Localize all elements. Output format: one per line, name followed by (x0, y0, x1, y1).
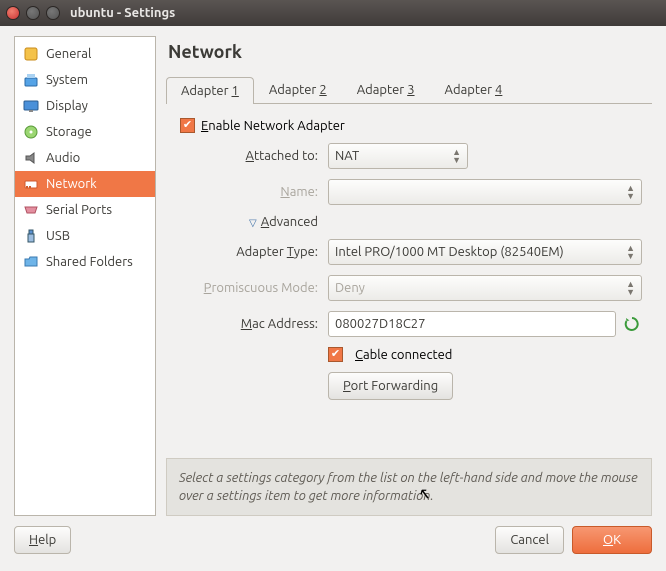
sidebar-item-label: System (46, 73, 88, 87)
serial-port-icon (23, 202, 39, 218)
promiscuous-mode-label: Promiscuous Mode: (180, 281, 328, 295)
tab-adapter-1[interactable]: Adapter 1 (166, 77, 254, 104)
tab-adapter-4[interactable]: Adapter 4 (430, 76, 518, 103)
sidebar-item-label: General (46, 47, 91, 61)
sidebar-item-shared-folders[interactable]: Shared Folders (15, 249, 155, 275)
ok-button[interactable]: OK (572, 526, 652, 554)
usb-icon (23, 228, 39, 244)
window-maximize-button[interactable] (46, 6, 60, 20)
sidebar-item-label: Display (46, 99, 88, 113)
tab-adapter-3[interactable]: Adapter 3 (342, 76, 430, 103)
mac-address-input[interactable] (328, 311, 616, 337)
display-icon (23, 98, 39, 114)
adapter-type-select[interactable]: Intel PRO/1000 MT Desktop (82540EM)▲▼ (328, 239, 642, 265)
info-hint: Select a settings category from the list… (166, 458, 652, 516)
settings-sidebar: General System Display Storage Audio Net… (14, 36, 156, 516)
main-panel: Network Adapter 1 Adapter 2 Adapter 3 Ad… (166, 36, 652, 516)
name-select: ▲▼ (328, 179, 642, 205)
sidebar-item-label: Serial Ports (46, 203, 112, 217)
sidebar-item-network[interactable]: Network (15, 171, 155, 197)
mac-refresh-button[interactable] (622, 314, 642, 334)
sidebar-item-label: Storage (46, 125, 92, 139)
name-label: Name: (180, 185, 328, 199)
advanced-toggle[interactable]: ▽Advanced (180, 215, 328, 229)
sidebar-item-system[interactable]: System (15, 67, 155, 93)
mac-address-label: Mac Address: (180, 317, 328, 331)
adapter-type-label: Adapter Type: (180, 245, 328, 259)
refresh-icon (624, 316, 640, 332)
sidebar-item-label: USB (46, 229, 70, 243)
enable-network-label: Enable Network Adapter (201, 119, 345, 133)
attached-to-select[interactable]: NAT▲▼ (328, 143, 468, 169)
promiscuous-mode-select: Deny▲▼ (328, 275, 642, 301)
sidebar-item-usb[interactable]: USB (15, 223, 155, 249)
mouse-cursor-icon: ↖ (417, 483, 430, 505)
tab-adapter-2[interactable]: Adapter 2 (254, 76, 342, 103)
page-title: Network (166, 36, 652, 76)
dialog-footer: Help Cancel OK (0, 516, 666, 568)
cancel-button[interactable]: Cancel (495, 526, 564, 554)
sidebar-item-general[interactable]: General (15, 41, 155, 67)
network-icon (23, 176, 39, 192)
sidebar-item-audio[interactable]: Audio (15, 145, 155, 171)
sidebar-item-display[interactable]: Display (15, 93, 155, 119)
adapter-settings-panel: ✔ Enable Network Adapter Attached to: NA… (166, 104, 652, 452)
chevron-down-icon: ▽ (249, 217, 257, 228)
sidebar-item-storage[interactable]: Storage (15, 119, 155, 145)
storage-icon (23, 124, 39, 140)
window-minimize-button[interactable] (26, 6, 40, 20)
sidebar-item-label: Shared Folders (46, 255, 133, 269)
cable-connected-label: Cable connected (355, 348, 452, 362)
help-button[interactable]: Help (14, 526, 71, 554)
cable-connected-checkbox[interactable]: ✔ (328, 347, 343, 362)
general-icon (23, 46, 39, 62)
attached-to-label: Attached to: (180, 149, 328, 163)
sidebar-item-label: Audio (46, 151, 80, 165)
window-close-button[interactable] (6, 6, 20, 20)
audio-icon (23, 150, 39, 166)
adapter-tabs: Adapter 1 Adapter 2 Adapter 3 Adapter 4 (166, 76, 652, 104)
window-titlebar: ubuntu - Settings (0, 0, 666, 26)
sidebar-item-label: Network (46, 177, 97, 191)
shared-folders-icon (23, 254, 39, 270)
enable-network-checkbox[interactable]: ✔ (180, 118, 195, 133)
sidebar-item-serial-ports[interactable]: Serial Ports (15, 197, 155, 223)
window-title: ubuntu - Settings (70, 6, 175, 20)
port-forwarding-button[interactable]: Port Forwarding (328, 372, 453, 400)
system-icon (23, 72, 39, 88)
